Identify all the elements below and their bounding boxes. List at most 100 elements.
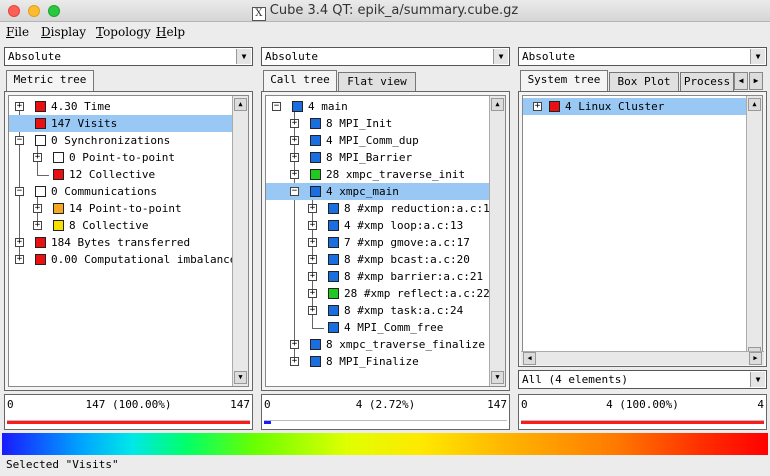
metric-label: 184 Bytes transferred bbox=[51, 236, 191, 249]
menu-topology[interactable]: Topology bbox=[96, 25, 151, 39]
scroll-right-button[interactable]: ▶ bbox=[749, 352, 762, 365]
expand-icon[interactable]: + bbox=[290, 136, 299, 145]
chevron-down-icon: ▼ bbox=[750, 49, 765, 64]
expand-icon[interactable]: + bbox=[33, 153, 42, 162]
collapse-icon[interactable]: − bbox=[15, 187, 24, 196]
call-row[interactable]: − 4 xmpc_main bbox=[266, 183, 490, 200]
call-row[interactable]: +28 xmpc_traverse_init bbox=[266, 166, 490, 183]
expand-icon[interactable]: + bbox=[308, 289, 317, 298]
expand-icon[interactable]: + bbox=[15, 255, 24, 264]
collapse-icon[interactable]: − bbox=[290, 187, 299, 196]
call-row[interactable]: − 4 main bbox=[266, 98, 490, 115]
color-swatch bbox=[53, 203, 64, 214]
call-value-mode-select[interactable]: Absolute ▼ bbox=[261, 47, 510, 66]
call-row[interactable]: +8 MPI_Init bbox=[266, 115, 490, 132]
metric-row[interactable]: 147 Visits bbox=[9, 115, 233, 132]
tab-process[interactable]: Process bbox=[680, 72, 734, 92]
color-swatch bbox=[310, 152, 321, 163]
call-row[interactable]: +7 #xmp gmove:a.c:17 bbox=[266, 234, 490, 251]
metric-value-mode-select[interactable]: Absolute ▼ bbox=[4, 47, 253, 66]
scroll-up-button[interactable]: ▲ bbox=[748, 98, 761, 111]
title-bar: X Cube 3.4 QT: epik_a/summary.cube.gz bbox=[0, 0, 770, 22]
expand-icon[interactable]: + bbox=[308, 238, 317, 247]
tab-scroll-right-button[interactable]: ▶ bbox=[749, 72, 763, 90]
scroll-up-button[interactable]: ▲ bbox=[491, 98, 504, 111]
metric-row[interactable]: 12 Collective bbox=[9, 166, 233, 183]
expand-icon[interactable]: + bbox=[533, 102, 542, 111]
scroll-up-button[interactable]: ▲ bbox=[234, 98, 247, 111]
tab-flat-view[interactable]: Flat view bbox=[338, 72, 416, 92]
system-filter-select[interactable]: All (4 elements) ▼ bbox=[518, 370, 767, 389]
system-hscrollbar[interactable]: ◀ ▶ bbox=[521, 351, 764, 365]
tab-metric-tree[interactable]: Metric tree bbox=[6, 70, 94, 92]
scroll-left-button[interactable]: ◀ bbox=[523, 352, 536, 365]
color-swatch bbox=[328, 237, 339, 248]
chevron-right-icon: ▶ bbox=[753, 354, 758, 362]
call-row[interactable]: 4 MPI_Comm_free bbox=[266, 319, 490, 336]
metric-scrollbar[interactable]: ▲ ▼ bbox=[232, 96, 248, 386]
menu-file[interactable]: File bbox=[6, 25, 29, 39]
expand-icon[interactable]: + bbox=[290, 153, 299, 162]
call-scrollbar[interactable]: ▲ ▼ bbox=[489, 96, 505, 386]
call-row[interactable]: +4 #xmp loop:a.c:13 bbox=[266, 217, 490, 234]
expand-icon[interactable]: + bbox=[308, 306, 317, 315]
call-label: 8 MPI_Barrier bbox=[326, 151, 413, 164]
call-row[interactable]: +8 xmpc_traverse_finalize bbox=[266, 336, 490, 353]
system-vscrollbar[interactable]: ▲ ▼ bbox=[746, 96, 762, 362]
call-row[interactable]: +8 #xmp barrier:a.c:21 bbox=[266, 268, 490, 285]
expand-icon[interactable]: + bbox=[33, 204, 42, 213]
scroll-down-button[interactable]: ▼ bbox=[234, 371, 247, 384]
metric-row[interactable]: +4.30 Time bbox=[9, 98, 233, 115]
call-row[interactable]: +8 MPI_Barrier bbox=[266, 149, 490, 166]
call-label: 7 #xmp gmove:a.c:17 bbox=[344, 236, 470, 249]
system-tree[interactable]: +4 Linux Cluster ▲ ▼ bbox=[522, 95, 763, 363]
collapse-icon[interactable]: − bbox=[272, 102, 281, 111]
system-value-mode-select[interactable]: Absolute ▼ bbox=[518, 47, 767, 66]
expand-icon[interactable]: + bbox=[15, 238, 24, 247]
tab-scroll-left-button[interactable]: ◀ bbox=[734, 72, 748, 90]
call-row[interactable]: +4 MPI_Comm_dup bbox=[266, 132, 490, 149]
tab-box-plot[interactable]: Box Plot bbox=[609, 72, 679, 92]
metric-label: 147 Visits bbox=[51, 117, 118, 130]
chevron-down-icon: ▼ bbox=[236, 49, 251, 64]
call-row[interactable]: +8 #xmp task:a.c:24 bbox=[266, 302, 490, 319]
expand-icon[interactable]: + bbox=[308, 255, 317, 264]
scroll-down-button[interactable]: ▼ bbox=[491, 371, 504, 384]
expand-icon[interactable]: + bbox=[290, 119, 299, 128]
system-row[interactable]: +4 Linux Cluster bbox=[523, 98, 747, 115]
metric-row[interactable]: − 0 Communications bbox=[9, 183, 233, 200]
call-row[interactable]: +8 #xmp reduction:a.c:12 bbox=[266, 200, 496, 217]
metric-row[interactable]: +14 Point-to-point bbox=[9, 200, 233, 217]
expand-icon[interactable]: + bbox=[290, 340, 299, 349]
menu-help[interactable]: Help bbox=[156, 25, 185, 39]
color-swatch bbox=[35, 186, 46, 197]
expand-icon[interactable]: + bbox=[308, 272, 317, 281]
call-row[interactable]: +8 #xmp bcast:a.c:20 bbox=[266, 251, 490, 268]
color-swatch bbox=[328, 288, 339, 299]
color-swatch bbox=[53, 152, 64, 163]
window-title: Cube 3.4 QT: epik_a/summary.cube.gz bbox=[269, 3, 519, 18]
metric-row[interactable]: +0 Point-to-point bbox=[9, 149, 233, 166]
call-row[interactable]: +8 MPI_Finalize bbox=[266, 353, 490, 370]
metric-row[interactable]: +0.00 Computational imbalance bbox=[9, 251, 236, 268]
expand-icon[interactable]: + bbox=[308, 204, 317, 213]
tab-call-tree[interactable]: Call tree bbox=[263, 70, 337, 92]
chevron-up-icon: ▲ bbox=[495, 100, 500, 108]
menu-display[interactable]: Display bbox=[41, 25, 86, 39]
call-row[interactable]: +28 #xmp reflect:a.c:22 bbox=[266, 285, 490, 302]
expand-icon[interactable]: + bbox=[308, 221, 317, 230]
metric-row[interactable]: +184 Bytes transferred bbox=[9, 234, 233, 251]
expand-icon[interactable]: + bbox=[290, 170, 299, 179]
metric-row[interactable]: +8 Collective bbox=[9, 217, 233, 234]
tab-system-tree[interactable]: System tree bbox=[520, 70, 608, 92]
expand-icon[interactable]: + bbox=[15, 102, 24, 111]
color-swatch bbox=[310, 356, 321, 367]
call-label: 8 xmpc_traverse_finalize bbox=[326, 338, 485, 351]
collapse-icon[interactable]: − bbox=[15, 136, 24, 145]
metric-row[interactable]: − 0 Synchronizations bbox=[9, 132, 233, 149]
status-bar-text: Selected "Visits" bbox=[6, 458, 119, 471]
call-tree[interactable]: − 4 main +8 MPI_Init +4 MPI_Comm_dup +8 M… bbox=[265, 95, 506, 387]
expand-icon[interactable]: + bbox=[290, 357, 299, 366]
expand-icon[interactable]: + bbox=[33, 221, 42, 230]
metric-tree[interactable]: +4.30 Time 147 Visits − 0 Synchronization… bbox=[8, 95, 249, 387]
